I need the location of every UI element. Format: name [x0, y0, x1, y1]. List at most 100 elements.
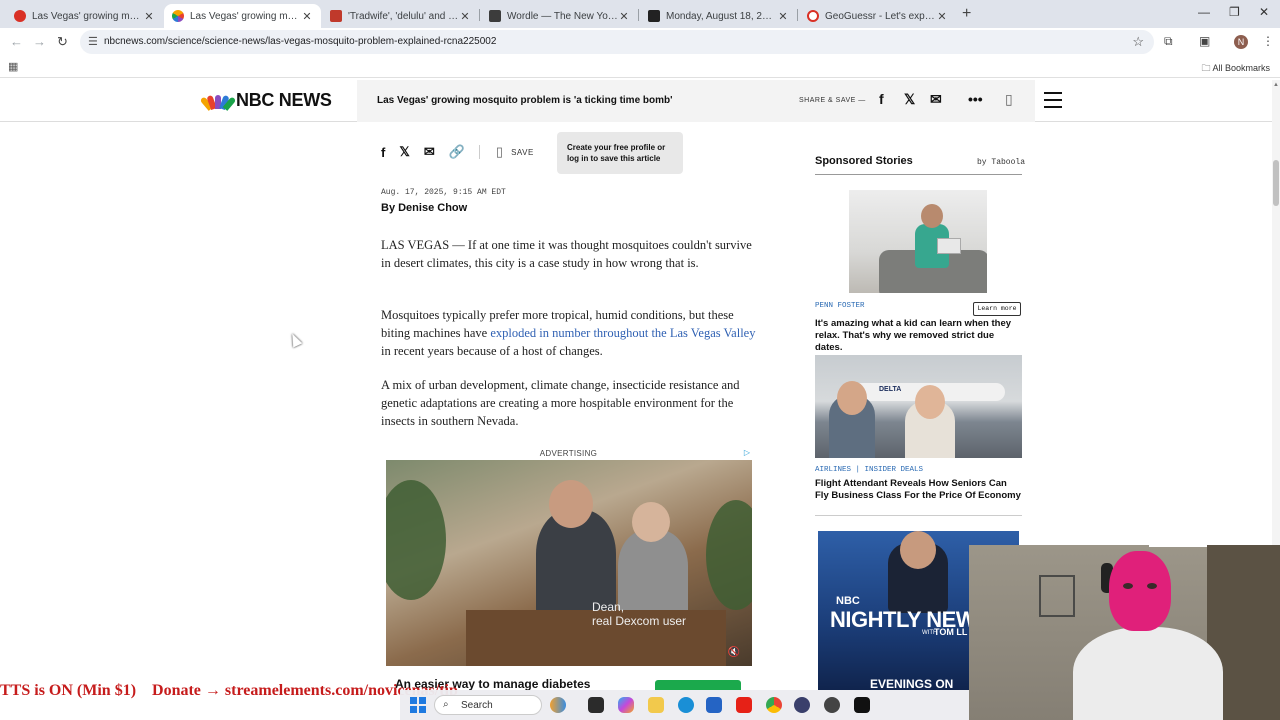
- bookmark-star-icon[interactable]: ☆: [1132, 34, 1144, 50]
- divider: [815, 174, 1022, 175]
- logo-text: NBC NEWS: [236, 90, 332, 110]
- link-icon[interactable]: 🔗: [449, 144, 465, 160]
- story-1-image[interactable]: [849, 190, 987, 293]
- site-header: NBC NEWS Las Vegas' growing mosquito pro…: [0, 80, 1272, 122]
- hamburger-menu-icon[interactable]: [1044, 92, 1062, 113]
- copilot-icon[interactable]: [618, 697, 634, 713]
- windows-start-icon[interactable]: [410, 697, 426, 713]
- app-icon[interactable]: [824, 697, 840, 713]
- bookmark-icon[interactable]: ▯: [496, 144, 503, 160]
- file-explorer-icon[interactable]: [648, 697, 664, 713]
- extensions-icon[interactable]: ⧉: [1164, 34, 1173, 49]
- story-2-image[interactable]: DELTA: [815, 355, 1022, 458]
- peacock-icon: [199, 93, 237, 111]
- ad-caption-role: real Dexcom user: [592, 614, 687, 628]
- calendar-icon: [648, 10, 660, 22]
- streamer-body: [1073, 627, 1223, 720]
- paragraph-1: LAS VEGAS — If at one time it was though…: [381, 238, 752, 270]
- plane-livery: DELTA: [879, 386, 902, 393]
- learn-more-button[interactable]: Learn more: [973, 302, 1021, 316]
- browser-toolbar: ← → ↻ ☰ nbcnews.com/science/science-news…: [0, 28, 1280, 56]
- close-icon[interactable]: ✕: [618, 10, 630, 23]
- mute-icon[interactable]: 🔇: [728, 647, 740, 658]
- tab-6[interactable]: GeoGuessr - Let's explore the w ✕: [799, 4, 956, 28]
- tab-2-active[interactable]: Las Vegas' growing mosquito p ✕: [164, 4, 321, 28]
- x-twitter-icon[interactable]: 𝕏: [904, 91, 915, 108]
- close-window-icon[interactable]: ✕: [1259, 5, 1269, 19]
- close-icon[interactable]: ✕: [301, 10, 313, 23]
- tab-4[interactable]: Wordle — The New York Times ✕: [481, 4, 638, 28]
- close-icon[interactable]: ✕: [777, 10, 789, 23]
- story-1-source[interactable]: PENN FOSTER: [815, 302, 865, 310]
- paragraph-2-link[interactable]: exploded in number throughout the Las Ve…: [490, 326, 755, 340]
- scrollbar-thumb[interactable]: [1273, 160, 1279, 206]
- folder-icon: 🗀: [1201, 63, 1213, 73]
- taskbar-search[interactable]: ⌕ Search: [434, 695, 542, 715]
- ad-cta-button[interactable]: [655, 680, 741, 690]
- chrome-icon[interactable]: [766, 697, 782, 713]
- ad-video[interactable]: Dean, real Dexcom user 🔇: [386, 460, 752, 666]
- more-icon[interactable]: •••: [968, 91, 983, 107]
- eye-shape: [1147, 583, 1157, 589]
- facebook-icon[interactable]: f: [381, 145, 385, 160]
- header-panel: Las Vegas' growing mosquito problem is '…: [357, 80, 1035, 122]
- task-view-icon[interactable]: [588, 697, 604, 713]
- streamer-head: [1109, 551, 1171, 631]
- tab-separator: [479, 9, 480, 21]
- new-tab-button[interactable]: +: [962, 5, 971, 23]
- bookmark-icon[interactable]: ▯: [1005, 91, 1013, 108]
- tab-5[interactable]: Monday, August 18, 2025 The N ✕: [640, 4, 797, 28]
- store-icon[interactable]: [706, 697, 722, 713]
- person-head: [837, 381, 867, 415]
- widgets-icon[interactable]: [550, 697, 566, 713]
- scroll-up-icon[interactable]: ▲: [1273, 82, 1279, 88]
- obs-icon[interactable]: [794, 697, 810, 713]
- article-byline[interactable]: By Denise Chow: [381, 202, 467, 214]
- tab-title: 'Tradwife', 'delulu' and 'skibidi': [348, 10, 459, 22]
- edge-icon[interactable]: [678, 697, 694, 713]
- tab-title: Monday, August 18, 2025 The N: [666, 10, 777, 22]
- url-text[interactable]: nbcnews.com/science/science-news/las-veg…: [104, 36, 496, 47]
- back-icon[interactable]: ←: [10, 34, 23, 49]
- story-2-headline[interactable]: Flight Attendant Reveals How Seniors Can…: [815, 478, 1022, 502]
- close-icon[interactable]: ✕: [459, 10, 471, 23]
- tab-separator: [797, 9, 798, 21]
- menu-kebab-icon[interactable]: ⋮: [1262, 34, 1274, 48]
- promo-anchor-name: TOM LL: [934, 627, 968, 637]
- search-icon: ⌕: [443, 699, 449, 710]
- adchoices-icon[interactable]: ▷: [744, 448, 750, 457]
- email-icon[interactable]: ✉: [424, 144, 435, 160]
- tab-3[interactable]: 'Tradwife', 'delulu' and 'skibidi' ✕: [322, 4, 479, 28]
- minimize-icon[interactable]: —: [1198, 5, 1210, 19]
- close-icon[interactable]: ✕: [936, 10, 948, 23]
- nbc-news-logo[interactable]: NBC NEWS: [199, 90, 332, 111]
- apps-grid-icon[interactable]: ▦: [8, 60, 18, 73]
- forward-icon[interactable]: →: [33, 34, 46, 49]
- laptop-shape: [937, 238, 961, 254]
- restore-icon[interactable]: ❐: [1229, 5, 1240, 19]
- profile-avatar[interactable]: N: [1234, 35, 1248, 49]
- save-button[interactable]: SAVE: [511, 148, 534, 157]
- tab-1[interactable]: Las Vegas' growing mosquito p ✕: [6, 4, 163, 28]
- person-head: [921, 204, 943, 228]
- facebook-icon[interactable]: f: [879, 91, 884, 107]
- close-icon[interactable]: ✕: [143, 10, 155, 23]
- tiktok-icon[interactable]: [854, 697, 870, 713]
- all-bookmarks[interactable]: 🗀 All Bookmarks: [1201, 61, 1270, 77]
- article-date: Aug. 17, 2025, 9:15 AM EDT: [381, 188, 506, 197]
- save-tooltip[interactable]: Create your free profile or log in to sa…: [557, 132, 683, 174]
- reading-mode-icon[interactable]: ▣: [1199, 34, 1210, 48]
- site-info-icon[interactable]: ☰: [88, 35, 98, 48]
- divider: [478, 145, 480, 159]
- x-twitter-icon[interactable]: 𝕏: [399, 144, 409, 160]
- address-bar[interactable]: ☰ nbcnews.com/science/science-news/las-v…: [80, 30, 1154, 54]
- webcam-overlay: [969, 545, 1280, 720]
- story-2-source[interactable]: AIRLINES | INSIDER DEALS: [815, 466, 923, 474]
- email-icon[interactable]: ✉: [930, 91, 942, 108]
- taboola-credit[interactable]: by Taboola: [977, 158, 1025, 167]
- youtube-icon[interactable]: [736, 697, 752, 713]
- reload-icon[interactable]: ↻: [57, 34, 68, 50]
- sponsored-title: Sponsored Stories: [815, 155, 913, 167]
- paragraph-2-text-end: in recent years because of a host of cha…: [381, 344, 603, 358]
- story-1-headline[interactable]: It's amazing what a kid can learn when t…: [815, 318, 1022, 354]
